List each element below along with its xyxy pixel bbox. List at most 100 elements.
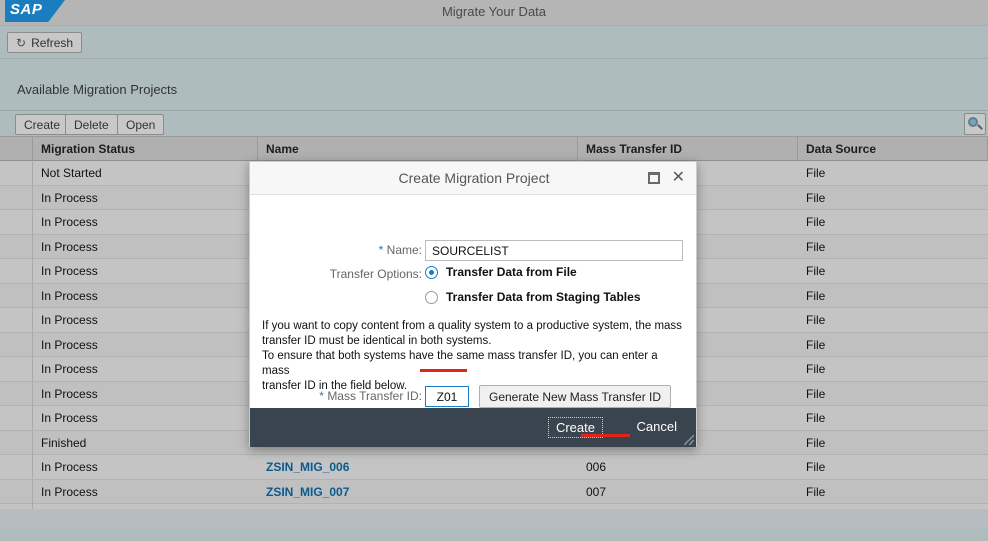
open-project-label: Open (126, 117, 156, 132)
dialog-content: * Name: Transfer Options: Transfer Data … (250, 195, 696, 433)
column-header-name[interactable]: Name (258, 137, 578, 161)
row-select-cell (0, 259, 33, 283)
column-header-migration-status[interactable]: Migration Status (33, 137, 258, 161)
close-icon[interactable]: ✕ (672, 168, 685, 188)
delete-project-label: Delete (74, 117, 109, 132)
cell-migration-status: In Process (41, 337, 98, 352)
dialog-cancel-button[interactable]: Cancel (630, 417, 684, 436)
generate-mass-transfer-id-button[interactable]: Generate New Mass Transfer ID (479, 385, 672, 408)
hint-line-2: transfer ID must be identical in both sy… (262, 335, 492, 347)
dialog-resize-handle[interactable] (684, 435, 694, 445)
cell-data-source: File (806, 337, 826, 352)
name-label: * Name: (360, 243, 422, 257)
row-select-cell (0, 455, 33, 479)
cell-data-source: File (806, 362, 826, 376)
transfer-options-label: Transfer Options: (329, 267, 422, 281)
row-select-cell (0, 406, 33, 430)
cell-migration-status: Not Started (41, 166, 102, 180)
radio-staging-indicator (425, 290, 438, 304)
cell-mass-transfer-id: 007 (586, 484, 607, 499)
delete-project-button[interactable]: Delete (65, 114, 118, 135)
page-title: Migrate Your Data (441, 4, 547, 19)
row-select-cell (0, 332, 33, 357)
radio-transfer-from-file[interactable]: Transfer Data from File (425, 265, 577, 279)
radio-file-indicator (425, 265, 438, 279)
cell-migration-status: In Process (41, 239, 98, 254)
row-select-cell (0, 308, 33, 332)
cell-data-source: File (806, 460, 826, 474)
refresh-button[interactable]: ↻ Refresh (7, 32, 83, 53)
refresh-icon: ↻ (16, 35, 27, 50)
cell-data-source: File (806, 435, 826, 450)
dialog-create-button[interactable]: Create (547, 417, 603, 438)
column-header-data-source[interactable]: Data Source (798, 137, 988, 161)
row-select-cell (0, 283, 33, 308)
hint-line-3: To ensure that both systems have the sam… (262, 350, 658, 377)
cell-data-source: File (806, 264, 826, 278)
table-footer (0, 509, 988, 529)
section-title: Available Migration Projects (17, 82, 178, 97)
cell-migration-status: In Process (41, 386, 98, 401)
row-select-cell (0, 185, 33, 210)
cell-data-source: File (806, 386, 826, 401)
cell-data-source: File (806, 190, 826, 205)
column-header-mass-transfer-id[interactable]: Mass Transfer ID (578, 137, 798, 161)
dialog-titlebar[interactable]: Create Migration Project ✕ (250, 162, 696, 195)
cell-migration-status: In Process (41, 288, 98, 303)
open-project-button[interactable]: Open (117, 114, 165, 135)
radio-staging-label: Transfer Data from Staging Tables (446, 290, 641, 304)
table-row[interactable]: In Process ZSIN_MIG_006 006 File (0, 455, 988, 480)
mass-transfer-id-input[interactable] (425, 386, 469, 407)
row-select-cell (0, 479, 33, 504)
name-required-marker: * (378, 243, 384, 257)
column-header-select[interactable] (0, 137, 33, 161)
cell-data-source: File (806, 484, 826, 499)
cell-migration-status: In Process (41, 460, 98, 474)
create-project-button[interactable]: Create (15, 114, 70, 135)
cell-name[interactable]: ZSIN_MIG_006 (258, 455, 578, 479)
row-select-cell (0, 357, 33, 381)
radio-transfer-from-staging[interactable]: Transfer Data from Staging Tables (425, 290, 641, 304)
dialog-hint-text: If you want to copy content from a quali… (262, 319, 682, 394)
dialog-footer: Create Cancel (250, 408, 696, 447)
row-select-cell (0, 161, 33, 185)
cell-migration-status: In Process (41, 484, 98, 499)
cell-mass-transfer-id: 006 (586, 460, 607, 474)
cell-data-source: File (806, 215, 826, 229)
dialog-title: Create Migration Project (398, 170, 550, 186)
cell-migration-status: In Process (41, 215, 98, 229)
cell-migration-status: In Process (41, 190, 98, 205)
app-toolbar: ↻ Refresh (0, 26, 988, 59)
cell-name[interactable]: ZSIN_MIG_007 (258, 480, 578, 504)
mass-transfer-id-label: * Mass Transfer ID: (298, 389, 422, 403)
table-row[interactable]: In Process ZSIN_MIG_007 007 File (0, 479, 988, 504)
cell-migration-status: In Process (41, 264, 98, 278)
row-select-cell (0, 430, 33, 455)
cell-data-source: File (806, 239, 826, 254)
shell-header: Migrate Your Data SAP (0, 0, 988, 26)
cell-data-source: File (806, 411, 826, 425)
cell-migration-status: Finished (41, 435, 87, 450)
name-input[interactable] (425, 240, 683, 261)
row-select-cell (0, 210, 33, 234)
cell-data-source: File (806, 166, 826, 180)
cell-data-source: File (806, 313, 826, 327)
mtid-label-text: Mass Transfer ID: (327, 389, 422, 403)
hint-line-1: If you want to copy content from a quali… (262, 320, 682, 332)
cell-data-source: File (806, 288, 826, 303)
search-icon-handle (977, 124, 983, 130)
table-header-row: Migration Status Name Mass Transfer ID D… (0, 136, 988, 161)
create-migration-project-dialog: Create Migration Project ✕ * Name: Trans… (249, 161, 697, 447)
row-select-cell (0, 234, 33, 259)
name-label-text: Name: (386, 243, 422, 257)
refresh-label: Refresh (31, 35, 74, 50)
create-project-label: Create (24, 117, 61, 132)
search-button[interactable] (964, 113, 986, 135)
row-select-cell (0, 381, 33, 406)
cell-migration-status: In Process (41, 411, 98, 425)
cell-migration-status: In Process (41, 313, 98, 327)
radio-file-label: Transfer Data from File (446, 265, 577, 279)
cell-migration-status: In Process (41, 362, 98, 376)
maximize-icon[interactable] (648, 172, 660, 184)
app-root: Migrate Your Data SAP ↻ Refresh Availabl… (0, 0, 988, 541)
